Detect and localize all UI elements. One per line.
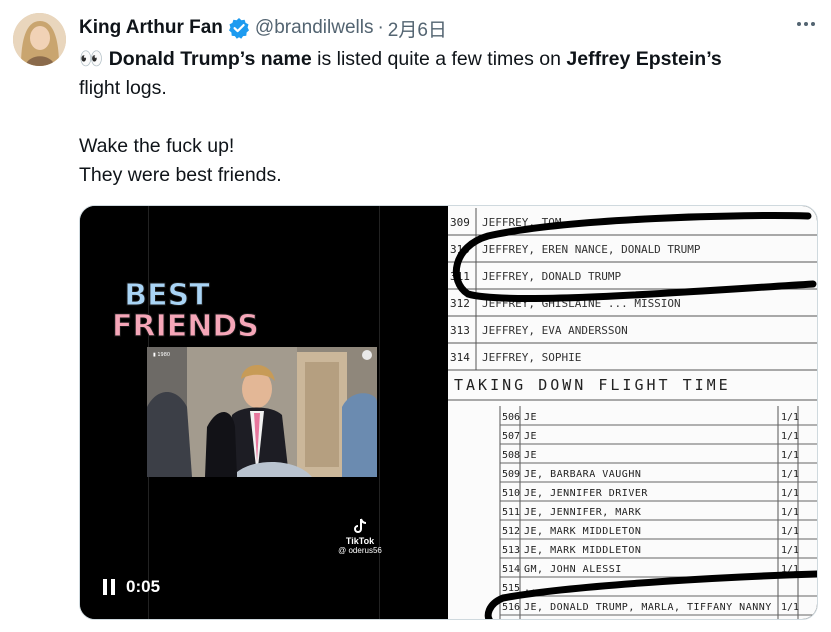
log-row-mark: 1/1 [781, 526, 799, 537]
eyes-emoji-icon: 👀 [79, 48, 104, 70]
log-row-text: JE, MARK MIDDLETON [524, 526, 641, 537]
pause-icon[interactable] [103, 579, 116, 595]
log-row-text: JE, BARBARA VAUGHN [524, 469, 641, 480]
log-row-mark: 1/1 [781, 412, 799, 423]
verified-badge-icon [228, 17, 250, 39]
log-row-number: 509 [502, 469, 520, 480]
log-row-number: 508 [502, 450, 520, 461]
log-row-mark: 1/1 [781, 450, 799, 461]
video-elapsed-time: 0:05 [126, 577, 161, 596]
log-row-number: 512 [502, 526, 520, 537]
tweet-text: 👀 Donald Trump’s name is listed quite a … [79, 45, 809, 190]
log-row-number: 314 [450, 351, 470, 364]
tweet-header: King Arthur Fan @brandilwells · 2月6日 [79, 15, 811, 41]
log-row-number: 513 [502, 545, 520, 556]
log-row-text: JEFFREY, EREN NANCE, DONALD TRUMP [482, 243, 701, 256]
best-title-line: BEST [124, 278, 210, 313]
tiktok-label: TikTok [345, 536, 375, 546]
log-row-mark: 1/1 [781, 507, 799, 518]
more-horizontal-icon[interactable] [795, 13, 817, 41]
log-row-mark: 1/1 [781, 469, 799, 480]
author-name[interactable]: King Arthur Fan [79, 17, 223, 39]
author-handle[interactable]: @brandilwells [255, 17, 374, 39]
log-row-number: 506 [502, 412, 520, 423]
tweet-line-1: 👀 Donald Trump’s name is listed quite a … [79, 45, 809, 74]
highlight-circle-bottom [484, 570, 817, 619]
tweet-date[interactable]: 2月6日 [388, 15, 447, 42]
log-row-number: 313 [450, 324, 470, 337]
separator-dot: · [377, 17, 384, 38]
log-row-text: JEFFREY, EVA ANDERSSON [482, 324, 628, 337]
friends-title-line: FRIENDS [112, 309, 260, 344]
flight-log-drawing: 309 JEFFREY, TOM ...310 JEFFREY, EREN NANC… [448, 208, 817, 619]
log-row-text: JEFFREY, DONALD TRUMP [482, 270, 621, 283]
log-row-mark: 1/1 [781, 431, 799, 442]
log-row-number: 514 [502, 564, 520, 575]
log-row-mark: 1/1 [781, 545, 799, 556]
best-friends-title: BEST FRIENDS [112, 280, 260, 343]
log-row-text: JEFFREY, SOPHIE [482, 351, 581, 364]
tiktok-handle: @ oderus56 [338, 546, 382, 555]
tiktok-watermark: TikTok @ oderus56 [334, 518, 386, 555]
flight-log-image[interactable]: 309 JEFFREY, TOM ... 310 JEFFREY, EREN NANC… [448, 206, 817, 619]
log-row-number: 507 [502, 431, 520, 442]
tweet-bold-2: Jeffrey Epstein’s [566, 48, 722, 70]
log-heading: TAKING DOWN FLIGHT TIME [454, 376, 731, 394]
svg-text:▮ 1980: ▮ 1980 [153, 352, 170, 358]
tiktok-logo-icon [354, 518, 367, 533]
log-row-mark: 1/1 [781, 602, 799, 613]
video-controls: 0:05 [103, 577, 160, 597]
log-row-mark: 1/1 [781, 488, 799, 499]
tweet-line-4: They were best friends. [79, 164, 282, 186]
log-row-text: JE, MARK MIDDLETON [524, 545, 641, 556]
log-row-number: 511 [502, 507, 520, 518]
avatar[interactable] [13, 13, 66, 66]
log-row-number: 510 [502, 488, 520, 499]
tweet-line-1-text: is listed quite a few times on [311, 48, 567, 70]
log-row-text: JE [524, 412, 537, 423]
log-row-text: GM, JOHN ALESSI [524, 564, 622, 575]
tweet-line-3: Wake the fuck up! [79, 135, 235, 157]
log-row-text: JE, JENNIFER, MARK [524, 507, 641, 518]
log-row-text: JE [524, 450, 537, 461]
log-row-number: 516 [502, 602, 520, 613]
log-row-text: JE [524, 431, 537, 442]
log-row-text: JE, JENNIFER DRIVER [524, 488, 648, 499]
log-row-number: 309 [450, 216, 470, 229]
video-clip-scene: ▮ 1980 [147, 347, 377, 477]
tweet-line-2: flight logs. [79, 77, 167, 99]
log-row-text: JE, DONALD TRUMP, MARLA, TIFFANY NANNY [524, 602, 772, 613]
tweet-bold-1: Donald Trump’s name [108, 48, 312, 70]
log-row-number: 312 [450, 297, 470, 310]
